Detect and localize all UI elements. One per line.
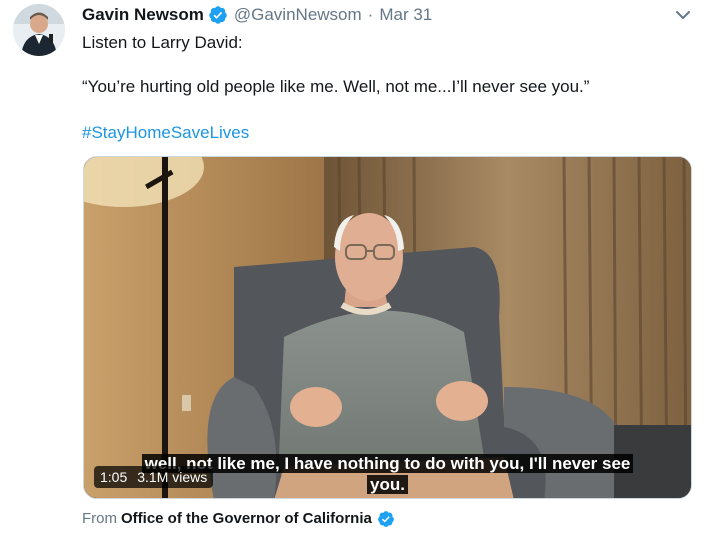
video-source: From Office of the Governor of Californi… [82,509,401,529]
tweet-text-line-1: Listen to Larry David: [82,33,243,52]
tweet-text-line-2: “You’re hurting old people like me. Well… [82,77,590,96]
chevron-down-icon[interactable] [674,6,692,24]
video-player[interactable]: well, not like me, I have nothing to do … [83,156,692,499]
hashtag-link[interactable]: #StayHomeSaveLives [82,122,249,144]
tweet-header: Gavin Newsom @GavinNewsom · Mar 31 [82,4,432,26]
verified-badge-icon [209,6,227,24]
author-handle[interactable]: @GavinNewsom [234,4,362,26]
video-duration: 1:05 [100,469,128,485]
avatar[interactable] [13,4,65,56]
video-views: 3.1M views [137,469,208,485]
source-org-link[interactable]: Office of the Governor of California [121,509,372,529]
separator-dot: · [367,5,374,24]
author-name[interactable]: Gavin Newsom [82,4,204,26]
video-thumbnail [84,157,691,498]
avatar-image [13,4,65,56]
verified-badge-icon [377,511,394,527]
source-from-label: From [82,510,117,527]
tweet-date[interactable]: Mar 31 [379,4,432,26]
video-stats-badge: 1:05 3.1M views [94,466,214,488]
